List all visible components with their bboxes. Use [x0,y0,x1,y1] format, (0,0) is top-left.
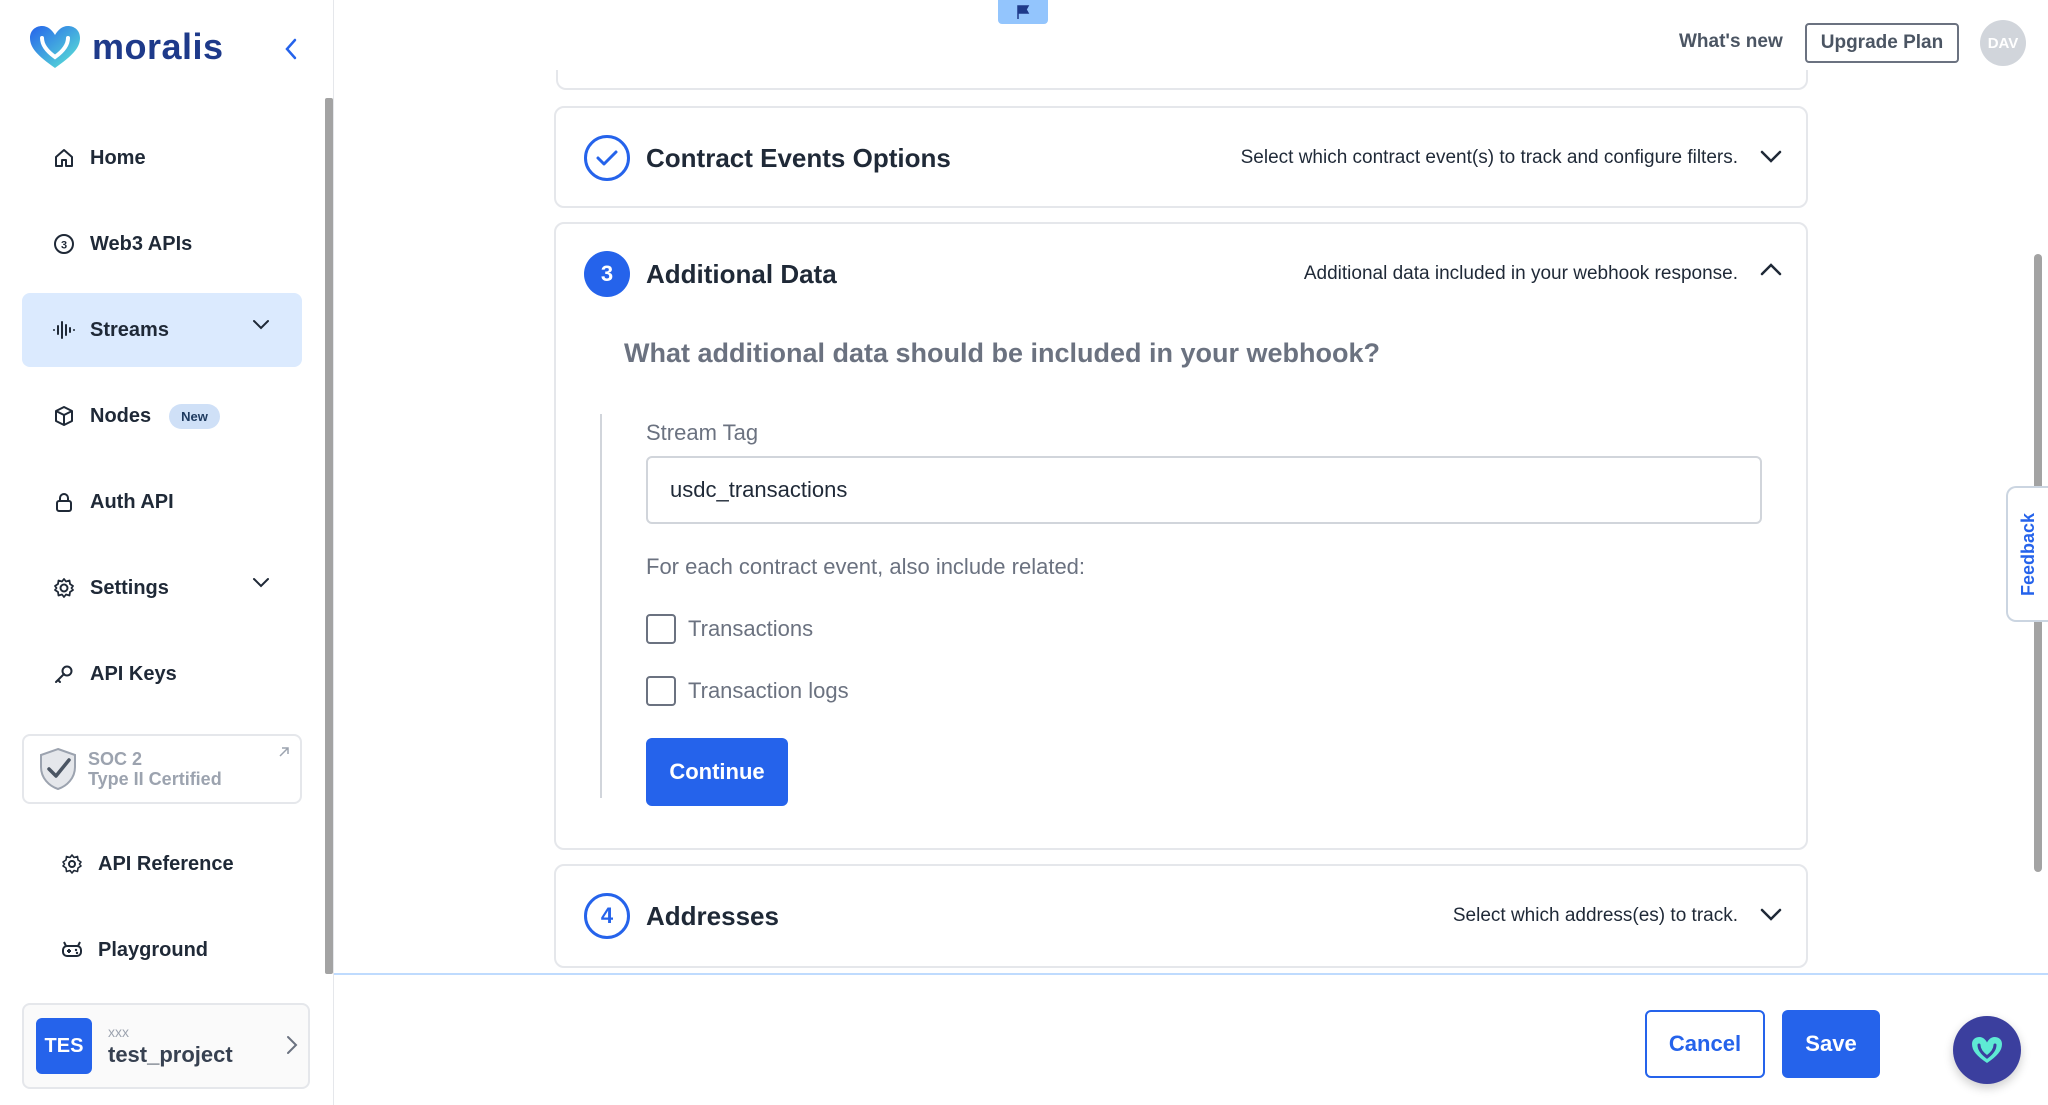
step-addresses: 4 Addresses Select which address(es) to … [554,864,1808,968]
chevron-right-icon [287,1036,298,1054]
user-avatar[interactable]: DAV [1980,20,2026,66]
step-title: Additional Data [646,258,837,289]
svg-text:3: 3 [61,240,67,252]
chevron-down-icon [1760,908,1782,921]
sidebar: moralis Home 3 Web3 APIs Streams Nodes N… [0,0,334,1105]
sidebar-item-nodes[interactable]: Nodes New [22,379,302,453]
whats-new-link[interactable]: What's new [1679,31,1783,53]
chevron-down-icon [1760,150,1782,163]
sidebar-item-label: Web3 APIs [90,232,193,255]
cube-icon [52,404,76,428]
cancel-button[interactable]: Cancel [1645,1010,1765,1078]
sidebar-item-streams[interactable]: Streams [22,293,302,367]
stream-tag-input[interactable] [646,456,1762,524]
sidebar-item-label: Nodes [90,404,152,427]
lock-icon [52,490,76,514]
moralis-logo-icon [30,26,80,68]
step-header[interactable]: 3 Additional Data Additional data includ… [556,224,1806,324]
sidebar-item-api-keys[interactable]: API Keys [22,637,302,711]
home-icon [52,146,76,170]
additional-data-question: What additional data should be included … [624,338,1381,368]
support-chat-button[interactable] [1953,1016,2021,1084]
transaction-logs-option[interactable]: Transaction logs [646,676,849,706]
sidebar-item-home[interactable]: Home [22,121,302,195]
step-description: Select which contract event(s) to track … [1240,147,1738,168]
transactions-option[interactable]: Transactions [646,614,813,644]
step-number: 3 [584,251,630,297]
previous-step-panel-edge [556,70,1808,90]
soc2-certification-card[interactable]: SOC 2 Type II Certified [22,734,302,804]
web3-icon: 3 [52,232,76,256]
flag-tab[interactable] [998,0,1048,24]
sidebar-item-settings[interactable]: Settings [22,551,302,625]
sidebar-item-api-reference[interactable]: API Reference [22,827,302,901]
chat-heart-icon [1972,1037,2002,1063]
step-description: Additional data included in your webhook… [1303,263,1738,284]
project-org: xxx [108,1024,129,1040]
waveform-icon [52,318,76,342]
shield-check-icon [40,747,76,791]
upgrade-plan-button[interactable]: Upgrade Plan [1805,23,1959,63]
step-description: Select which address(es) to track. [1452,905,1738,926]
external-link-icon [279,747,289,757]
step-header[interactable]: Contract Events Options Select which con… [556,108,1806,208]
soc-subtitle: Type II Certified [88,769,222,789]
gear-icon [52,576,76,600]
sidebar-item-label: API Reference [98,852,234,875]
step-contract-events-options: Contract Events Options Select which con… [554,106,1808,208]
sidebar-item-label: Streams [90,318,169,341]
chevron-down-icon [253,578,269,588]
sidebar-item-label: Home [90,146,146,169]
sidebar-item-web3-apis[interactable]: 3 Web3 APIs [22,207,302,281]
transaction-logs-label: Transaction logs [688,678,849,703]
step-header[interactable]: 4 Addresses Select which address(es) to … [556,866,1806,966]
project-name: test_project [108,1042,233,1067]
transactions-checkbox[interactable] [646,614,676,644]
new-badge: New [169,403,220,429]
flag-icon [1017,5,1030,19]
sidebar-item-label: Playground [98,938,209,961]
soc-title: SOC 2 [88,749,143,769]
project-switcher[interactable]: TES xxx test_project [22,1003,310,1089]
sidebar-scrollbar[interactable] [325,98,333,974]
save-button[interactable]: Save [1782,1010,1880,1078]
brand-name: moralis [92,26,224,67]
moralis-logo[interactable]: moralis [28,24,224,70]
transaction-logs-checkbox[interactable] [646,676,676,706]
step-title: Addresses [646,900,779,931]
sidebar-item-label: Settings [90,576,169,599]
collapse-sidebar-button[interactable] [276,34,306,64]
feedback-label: Feedback [2018,512,2039,596]
step-title: Contract Events Options [646,142,951,173]
chevron-down-icon [253,320,269,330]
stream-tag-label: Stream Tag [646,420,759,445]
chevron-left-icon [285,38,297,60]
continue-button[interactable]: Continue [646,738,788,806]
sidebar-item-label: API Keys [90,662,177,685]
reference-icon [60,852,84,876]
form-left-rule [600,414,604,798]
sidebar-item-label: Auth API [90,490,174,513]
sidebar-item-auth-api[interactable]: Auth API [22,465,302,539]
project-avatar: TES [36,1018,92,1074]
chevron-up-icon [1760,263,1782,276]
step-number: 4 [584,893,630,939]
key-icon [52,662,76,686]
include-related-label: For each contract event, also include re… [646,554,1086,579]
step-additional-data: 3 Additional Data Additional data includ… [554,222,1808,850]
feedback-tab[interactable]: Feedback [2006,486,2048,622]
transactions-label: Transactions [688,616,814,641]
step-complete-icon [584,135,630,181]
playground-icon [60,938,84,962]
sidebar-item-playground[interactable]: Playground [22,913,302,987]
